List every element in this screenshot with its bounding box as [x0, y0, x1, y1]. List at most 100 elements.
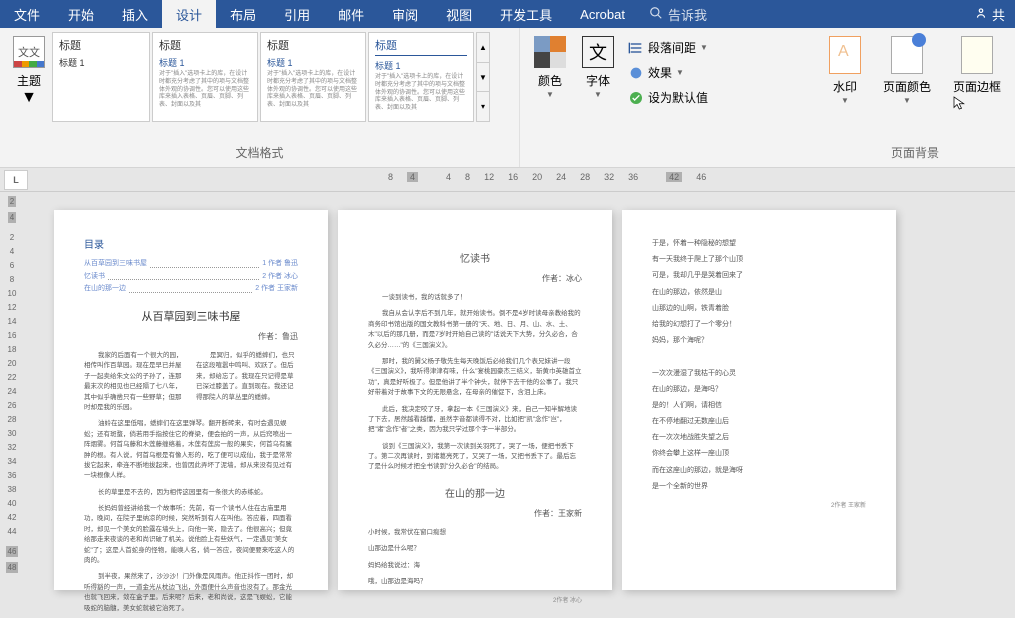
page-1[interactable]: 目录 从百草园到三味书屋1 作者 鲁迅忆读书2 作者 冰心在山的那一边2 作者 …	[54, 210, 328, 590]
poem-line: 于是，怀着一种隐秘的想望	[652, 238, 866, 249]
ruler-tick: 8	[465, 172, 470, 182]
watermark-icon	[829, 36, 861, 74]
article-title: 从百草园到三味书屋	[84, 309, 298, 326]
tab-layout[interactable]: 布局	[216, 0, 270, 28]
tab-review[interactable]: 审阅	[378, 0, 432, 28]
ruler-tick: 36	[628, 172, 638, 182]
tab-references[interactable]: 引用	[270, 0, 324, 28]
effects-icon	[628, 65, 644, 81]
poem-line: 一次次漫湿了我枯干的心灵	[652, 368, 866, 379]
toc-entry: 在山的那一边2 作者 王家新	[84, 284, 298, 295]
ruler-tick: 12	[8, 303, 17, 312]
effects-button[interactable]: 效果 ▼	[622, 61, 714, 84]
ruler-tick: 16	[508, 172, 518, 182]
ruler-tick: 38	[8, 485, 17, 494]
colors-icon	[534, 36, 566, 68]
tab-devtools[interactable]: 开发工具	[486, 0, 566, 28]
watermark-button[interactable]: 水印 ▼	[821, 32, 869, 109]
tell-me-search[interactable]: 告诉我	[639, 5, 717, 24]
poem-line: 给我的幻想打了一个零分！	[652, 319, 866, 330]
share-icon	[974, 6, 988, 23]
ruler-tick: 4	[446, 172, 451, 182]
ruler-tick: 10	[8, 289, 17, 298]
ruler-tick: 4	[8, 212, 16, 223]
ruler-tick: 16	[8, 331, 17, 340]
gallery-more-icon[interactable]: ▾	[477, 92, 489, 121]
article-title: 在山的那一边	[368, 487, 582, 502]
toc-title: 目录	[84, 238, 298, 253]
tab-design[interactable]: 设计	[162, 0, 216, 28]
poem-line: 在一次次地战胜失望之后	[652, 432, 866, 443]
style-item-3[interactable]: 标题 标题 1 对于"插入"选项卡上的库，在设计时都充分考虑了其中的项与文档整体…	[260, 32, 366, 122]
themes-label: 主题	[17, 72, 41, 89]
themes-button[interactable]: 文文 主题 ▼	[6, 32, 52, 107]
ruler-tick: 46	[6, 546, 19, 557]
page-3[interactable]: 于是，怀着一种隐秘的想望有一天我终于爬上了那个山顶可是，我却几乎是哭着回来了在山…	[622, 210, 896, 590]
page-bg-group-label: 页面背景	[821, 142, 1009, 163]
ruler-tick: 40	[8, 499, 17, 508]
style-item-4[interactable]: 标题 标题 1 对于"插入"选项卡上的库，在设计时都充分考虑了其中的项与文档整体…	[368, 32, 474, 122]
ruler-tick: 32	[604, 172, 614, 182]
vertical-ruler[interactable]: 2424681012141618202224262830323436384042…	[0, 192, 24, 618]
scroll-up-icon[interactable]: ▲	[477, 33, 489, 63]
themes-icon: 文文	[13, 36, 45, 68]
share-label: 共	[992, 5, 1005, 24]
poem-line: 可是，我却几乎是哭着回来了	[652, 270, 866, 281]
cursor-icon	[951, 94, 969, 112]
tab-file[interactable]: 文件	[0, 0, 54, 28]
ruler-tick: 42	[8, 513, 17, 522]
toc-list: 从百草园到三味书屋1 作者 鲁迅忆读书2 作者 冰心在山的那一边2 作者 王家新	[84, 259, 298, 295]
document-pages[interactable]: 目录 从百草园到三味书屋1 作者 鲁迅忆读书2 作者 冰心在山的那一边2 作者 …	[24, 192, 1015, 618]
ruler-tick: 4	[10, 247, 14, 256]
ruler-tick: 20	[8, 359, 17, 368]
horizontal-ruler[interactable]: L 8448121620242832364246	[0, 168, 1015, 192]
fonts-icon: 文	[582, 36, 614, 68]
ruler-tick: 18	[8, 345, 17, 354]
colors-button[interactable]: 颜色 ▼	[526, 32, 574, 103]
poem-line	[652, 351, 866, 362]
style-gallery[interactable]: 标题 标题 1 标题 标题 1 对于"插入"选项卡上的库，在设计时都充分考虑了其…	[52, 32, 513, 122]
tab-home[interactable]: 开始	[54, 0, 108, 28]
style-item-1[interactable]: 标题 标题 1	[52, 32, 150, 122]
chevron-down-icon: ▼	[676, 68, 684, 77]
tab-acrobat[interactable]: Acrobat	[566, 0, 639, 28]
ruler-corner[interactable]: L	[4, 170, 28, 190]
article-author: 作者：鲁迅	[84, 331, 298, 343]
chevron-down-icon: ▼	[546, 90, 554, 99]
poem-line: 是的！人们啊，请相信	[652, 400, 866, 411]
ruler-tick: 2	[8, 196, 16, 207]
poem-line: 你终会攀上这样一座山顶	[652, 448, 866, 459]
tell-me-label: 告诉我	[668, 5, 707, 24]
chevron-down-icon: ▼	[700, 43, 708, 52]
ruler-tick: 24	[8, 387, 17, 396]
page-color-icon	[891, 36, 923, 74]
article-author: 作者：冰心	[368, 273, 582, 285]
tab-insert[interactable]: 插入	[108, 0, 162, 28]
chevron-down-icon: ▼	[21, 89, 37, 107]
page-2[interactable]: 忆读书 作者：冰心 一谈到读书，我的话就多了！ 我自从会认字后不到几年，就开始读…	[338, 210, 612, 590]
ruler-tick: 34	[8, 457, 17, 466]
article-title: 忆读书	[368, 252, 582, 267]
ruler-tick: 4	[407, 172, 418, 182]
scroll-down-icon[interactable]: ▼	[477, 63, 489, 93]
ribbon-tabs: 文件 开始 插入 设计 布局 引用 邮件 审阅 视图 开发工具 Acrobat …	[0, 0, 1015, 28]
tab-view[interactable]: 视图	[432, 0, 486, 28]
tab-mailings[interactable]: 邮件	[324, 0, 378, 28]
ruler-tick: 48	[6, 562, 19, 573]
chevron-down-icon: ▼	[594, 90, 602, 99]
doc-format-group-label: 文档格式	[6, 142, 513, 163]
page-color-button[interactable]: 页面颜色 ▼	[875, 32, 939, 109]
set-default-button[interactable]: 设为默认值	[622, 86, 714, 109]
ribbon-content: 文文 主题 ▼ 标题 标题 1 标题 标题 1 对于"插入"选项卡上的库，在设计…	[0, 28, 1015, 168]
article-author: 作者：王家新	[368, 508, 582, 520]
share-button[interactable]: 共	[964, 5, 1015, 24]
style-item-2[interactable]: 标题 标题 1 对于"插入"选项卡上的库，在设计时都充分考虑了其中的项与文档整体…	[152, 32, 258, 122]
fonts-button[interactable]: 文 字体 ▼	[574, 32, 622, 103]
poem-line: 在不停地翻过无数座山后	[652, 416, 866, 427]
ruler-tick: 20	[532, 172, 542, 182]
ruler-tick: 30	[8, 429, 17, 438]
paragraph-spacing-button[interactable]: 段落间距 ▼	[622, 36, 714, 59]
ruler-tick: 2	[10, 233, 14, 242]
page-border-button[interactable]: 页面边框	[945, 32, 1009, 99]
gallery-scroll[interactable]: ▲ ▼ ▾	[476, 32, 490, 122]
